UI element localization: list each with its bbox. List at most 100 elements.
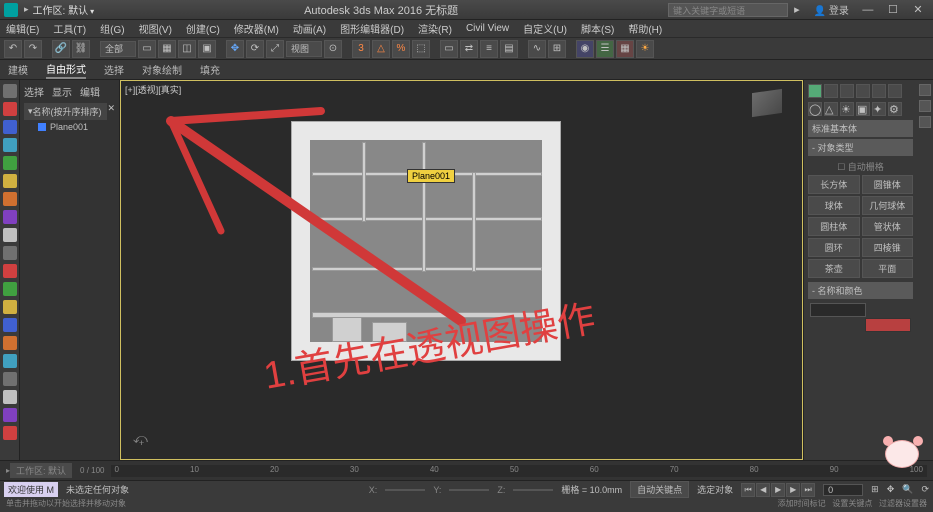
- menu-modifiers[interactable]: 修改器(M): [234, 21, 279, 36]
- object-type-rollout[interactable]: - 对象类型: [808, 139, 913, 156]
- unlink-button[interactable]: ⛓: [72, 40, 90, 58]
- tool-icon[interactable]: [3, 138, 17, 152]
- menu-script[interactable]: 脚本(S): [581, 21, 614, 36]
- tool-icon[interactable]: [3, 174, 17, 188]
- menu-animation[interactable]: 动画(A): [293, 21, 326, 36]
- display-tab[interactable]: [872, 84, 886, 98]
- color-swatch[interactable]: [865, 318, 911, 332]
- autogrid-checkbox[interactable]: ☐ 自动栅格: [808, 158, 913, 175]
- scale-button[interactable]: ⤢: [266, 40, 284, 58]
- geosphere-button[interactable]: 几何球体: [862, 196, 914, 215]
- redo-button[interactable]: ↷: [24, 40, 42, 58]
- move-button[interactable]: ✥: [226, 40, 244, 58]
- y-coord-input[interactable]: [449, 489, 489, 491]
- angle-snap[interactable]: △: [372, 40, 390, 58]
- hierarchy-tab[interactable]: [840, 84, 854, 98]
- scene-tab-edit[interactable]: 编辑: [80, 84, 100, 99]
- curve-editor-button[interactable]: ∿: [528, 40, 546, 58]
- tool-icon[interactable]: [3, 408, 17, 422]
- panel-tool-icon[interactable]: [919, 116, 931, 128]
- maximize-button[interactable]: ☐: [882, 3, 904, 16]
- ribbon-tab-paint[interactable]: 对象绘制: [142, 62, 182, 77]
- object-name-input[interactable]: [810, 303, 866, 317]
- menu-customize[interactable]: 自定义(U): [523, 21, 567, 36]
- plane-button[interactable]: 平面: [862, 259, 914, 278]
- cameras-icon[interactable]: ▣: [856, 102, 870, 116]
- tool-icon[interactable]: [3, 336, 17, 350]
- rotate-button[interactable]: ⟳: [246, 40, 264, 58]
- tool-icon[interactable]: [3, 192, 17, 206]
- cone-button[interactable]: 圆锥体: [862, 175, 914, 194]
- scene-tab-select[interactable]: 选择: [24, 84, 44, 99]
- select-region-button[interactable]: ◫: [178, 40, 196, 58]
- primitive-type-dropdown[interactable]: 标准基本体: [808, 120, 913, 137]
- named-selection[interactable]: ▭: [440, 40, 458, 58]
- tool-icon[interactable]: [3, 426, 17, 440]
- goto-end-button[interactable]: ⏭: [801, 483, 815, 497]
- current-frame-input[interactable]: 0: [823, 484, 863, 496]
- menu-tools[interactable]: 工具(T): [53, 21, 86, 36]
- scene-sort-header[interactable]: ▾ 名称(按升序排序): [24, 103, 107, 120]
- scene-tab-display[interactable]: 显示: [52, 84, 72, 99]
- cylinder-button[interactable]: 圆柱体: [808, 217, 860, 236]
- tube-button[interactable]: 管状体: [862, 217, 914, 236]
- tool-icon[interactable]: [3, 84, 17, 98]
- menu-create[interactable]: 创建(C): [186, 21, 220, 36]
- create-tab[interactable]: [808, 84, 822, 98]
- panel-tool-icon[interactable]: [919, 84, 931, 96]
- mirror-button[interactable]: ⇄: [460, 40, 478, 58]
- utilities-tab[interactable]: [888, 84, 902, 98]
- tool-icon[interactable]: [3, 300, 17, 314]
- goto-start-button[interactable]: ⏮: [741, 483, 755, 497]
- menu-render[interactable]: 渲染(R): [418, 21, 452, 36]
- auto-key-button[interactable]: 自动关键点: [630, 481, 689, 498]
- scene-item[interactable]: Plane001: [24, 120, 115, 134]
- workspace-label[interactable]: 工作区: 默认: [10, 463, 72, 478]
- geometry-icon[interactable]: ◯: [808, 102, 822, 116]
- search-input[interactable]: 键入关键字或短语: [668, 3, 788, 17]
- pyramid-button[interactable]: 四棱锥: [862, 238, 914, 257]
- coord-system[interactable]: 视图: [286, 41, 322, 57]
- menu-civil[interactable]: Civil View: [466, 23, 509, 34]
- close-button[interactable]: ✕: [907, 3, 929, 16]
- tool-icon[interactable]: [3, 210, 17, 224]
- x-coord-input[interactable]: [385, 489, 425, 491]
- menu-view[interactable]: 视图(V): [139, 21, 172, 36]
- nav-tool-icon[interactable]: ⟳: [921, 484, 929, 495]
- z-coord-input[interactable]: [513, 489, 553, 491]
- pivot-button[interactable]: ⊙: [324, 40, 342, 58]
- ribbon-tab-populate[interactable]: 填充: [200, 62, 220, 77]
- tool-icon[interactable]: [3, 156, 17, 170]
- tool-icon[interactable]: [3, 354, 17, 368]
- quick-access-btn[interactable]: ▸: [24, 4, 29, 15]
- teapot-button[interactable]: 茶壶: [808, 259, 860, 278]
- menu-edit[interactable]: 编辑(E): [6, 21, 39, 36]
- sphere-button[interactable]: 球体: [808, 196, 860, 215]
- viewcube[interactable]: [752, 89, 782, 117]
- tool-icon[interactable]: [3, 390, 17, 404]
- render-frame-button[interactable]: ▦: [616, 40, 634, 58]
- key-filter-dropdown[interactable]: 选定对象: [697, 483, 733, 496]
- menu-graph[interactable]: 图形编辑器(D): [340, 21, 404, 36]
- tool-icon[interactable]: [3, 264, 17, 278]
- lights-icon[interactable]: ☀: [840, 102, 854, 116]
- nav-tool-icon[interactable]: ⊞: [871, 484, 879, 495]
- perspective-viewport[interactable]: [+][透视][真实] Plane001 ⤽ 1.首先在透视图操作: [120, 80, 803, 460]
- tool-icon[interactable]: [3, 318, 17, 332]
- panel-tool-icon[interactable]: [919, 100, 931, 112]
- maxscript-label[interactable]: 欢迎使用 M: [4, 482, 58, 497]
- window-crossing-button[interactable]: ▣: [198, 40, 216, 58]
- selection-filter[interactable]: 全部: [100, 41, 136, 57]
- torus-button[interactable]: 圆环: [808, 238, 860, 257]
- link-button[interactable]: 🔗: [52, 40, 70, 58]
- modify-tab[interactable]: [824, 84, 838, 98]
- menu-help[interactable]: 帮助(H): [628, 21, 662, 36]
- nav-tool-icon[interactable]: ✥: [887, 484, 895, 495]
- undo-button[interactable]: ↶: [4, 40, 22, 58]
- login-link[interactable]: 👤 登录: [814, 2, 849, 17]
- box-button[interactable]: 长方体: [808, 175, 860, 194]
- spinner-snap[interactable]: ⬚: [412, 40, 430, 58]
- select-name-button[interactable]: ▦: [158, 40, 176, 58]
- time-slider[interactable]: 01020 304050 607080 90100: [111, 465, 928, 477]
- shapes-icon[interactable]: △: [824, 102, 838, 116]
